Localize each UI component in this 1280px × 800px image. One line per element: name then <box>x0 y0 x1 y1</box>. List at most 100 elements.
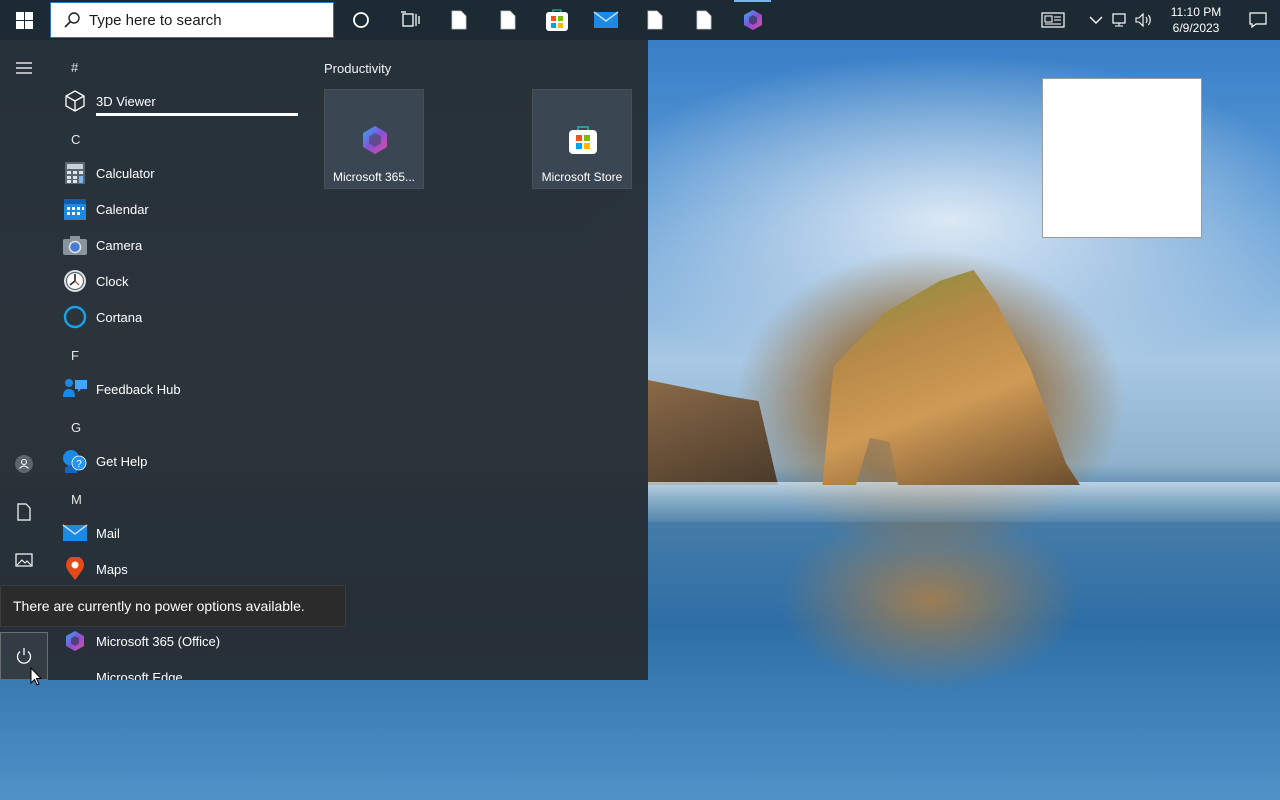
notification-icon <box>1249 12 1267 28</box>
wallpaper-surf <box>648 482 1280 522</box>
app-maps[interactable]: Maps <box>62 551 300 587</box>
letter-header-hash[interactable]: # <box>71 60 78 75</box>
taskbar: 11:10 PM 6/9/2023 <box>0 0 1280 40</box>
network-icon <box>1112 13 1126 27</box>
tile-label: Microsoft 365... <box>332 170 416 184</box>
app-feedback-hub[interactable]: Feedback Hub <box>62 371 300 407</box>
search-input[interactable] <box>89 11 319 29</box>
document-icon <box>17 503 31 521</box>
microsoft-store-icon <box>545 9 568 31</box>
taskbar-microsoft-365[interactable] <box>728 0 777 40</box>
microsoft-store-icon <box>569 126 597 154</box>
letter-header-c[interactable]: C <box>71 132 80 147</box>
microsoft-365-icon <box>66 631 84 651</box>
get-help-icon: ? <box>63 450 87 473</box>
system-tray: 11:10 PM 6/9/2023 <box>1030 0 1280 40</box>
file-icon <box>696 10 711 30</box>
3d-viewer-icon <box>65 90 85 112</box>
app-label: Get Help <box>96 453 148 469</box>
letter-header-f[interactable]: F <box>71 348 79 363</box>
expand-menu-button[interactable] <box>0 44 48 92</box>
file-icon <box>451 10 466 30</box>
blank-window[interactable] <box>1042 78 1202 238</box>
news-widget-button[interactable] <box>1030 0 1076 40</box>
app-label: Mail <box>96 525 120 541</box>
app-label: Clock <box>96 273 129 289</box>
clock-time: 11:10 PM <box>1170 5 1222 19</box>
app-label: Calendar <box>96 201 149 217</box>
mail-icon <box>62 524 88 541</box>
power-icon <box>16 648 32 664</box>
account-button[interactable] <box>0 440 48 488</box>
documents-button[interactable] <box>0 488 48 536</box>
app-camera[interactable]: Camera <box>62 227 300 263</box>
pictures-button[interactable] <box>0 536 48 584</box>
taskbar-file-3[interactable] <box>630 0 679 40</box>
user-avatar-icon <box>15 455 33 473</box>
calendar-icon <box>64 199 86 220</box>
app-calculator[interactable]: Calculator <box>62 155 300 191</box>
edge-icon <box>64 666 86 680</box>
news-icon <box>1041 12 1065 28</box>
pictures-icon <box>15 553 33 567</box>
clock-icon <box>64 270 86 292</box>
app-label: Maps <box>96 561 128 577</box>
feedback-hub-icon <box>63 379 87 397</box>
tile-group-title[interactable]: Productivity <box>324 61 391 76</box>
power-options-tooltip: There are currently no power options ava… <box>0 585 346 627</box>
show-hidden-icons-button[interactable] <box>1084 0 1108 40</box>
taskbar-file-4[interactable] <box>679 0 728 40</box>
taskbar-file-1[interactable] <box>434 0 483 40</box>
cortana-button[interactable] <box>336 0 385 40</box>
file-icon <box>647 10 662 30</box>
app-label: Feedback Hub <box>96 381 181 397</box>
app-clock[interactable]: Clock <box>62 263 300 299</box>
tile-label: Microsoft Store <box>541 170 623 184</box>
app-label: 3D Viewer <box>96 93 156 109</box>
letter-header-g[interactable]: G <box>71 420 81 435</box>
volume-icon <box>1135 12 1151 28</box>
app-microsoft-365[interactable]: Microsoft 365 (Office) <box>62 623 300 659</box>
action-center-button[interactable] <box>1236 0 1280 40</box>
app-label: Camera <box>96 237 143 253</box>
taskbar-microsoft-store[interactable] <box>532 0 581 40</box>
volume-button[interactable] <box>1132 0 1156 40</box>
wallpaper-rock-arch <box>822 270 1080 485</box>
cortana-circle-icon <box>352 12 369 28</box>
start-button[interactable] <box>0 0 48 40</box>
search-icon <box>64 12 80 28</box>
file-icon <box>500 10 515 30</box>
tile-microsoft-store[interactable]: Microsoft Store <box>532 89 632 189</box>
app-calendar[interactable]: Calendar <box>62 191 300 227</box>
app-list: # 3D Viewer C Calculator Calendar Camera… <box>48 40 300 680</box>
task-view-button[interactable] <box>385 0 434 40</box>
taskbar-file-2[interactable] <box>483 0 532 40</box>
clock-date: 6/9/2023 <box>1172 21 1220 35</box>
chevron-up-icon <box>1089 16 1103 24</box>
task-view-icon <box>400 11 420 27</box>
app-microsoft-edge[interactable]: Microsoft Edge <box>62 659 300 681</box>
letter-header-m[interactable]: M <box>71 492 82 507</box>
app-label: Calculator <box>96 165 155 181</box>
mouse-cursor-icon <box>30 667 42 686</box>
app-mail[interactable]: Mail <box>62 515 300 551</box>
app-label: Microsoft Edge <box>96 669 183 681</box>
microsoft-365-icon <box>363 126 387 154</box>
taskbar-search-box[interactable] <box>50 2 334 38</box>
microsoft-365-icon <box>743 10 762 30</box>
app-label: Microsoft 365 (Office) <box>96 633 221 649</box>
taskbar-mail[interactable] <box>581 0 630 40</box>
app-cortana[interactable]: Cortana <box>62 299 300 335</box>
tile-microsoft-365[interactable]: Microsoft 365... <box>324 89 424 189</box>
mail-icon <box>593 11 618 28</box>
start-left-rail <box>0 40 48 680</box>
hamburger-icon <box>16 62 32 74</box>
app-get-help[interactable]: ? Get Help <box>62 443 300 479</box>
svg-text:?: ? <box>76 459 82 470</box>
focus-underline <box>96 113 298 116</box>
network-button[interactable] <box>1108 0 1132 40</box>
taskbar-clock[interactable]: 11:10 PM 6/9/2023 <box>1160 4 1232 36</box>
calculator-icon <box>65 162 85 184</box>
windows-logo-icon <box>15 11 33 29</box>
maps-icon <box>66 557 84 580</box>
